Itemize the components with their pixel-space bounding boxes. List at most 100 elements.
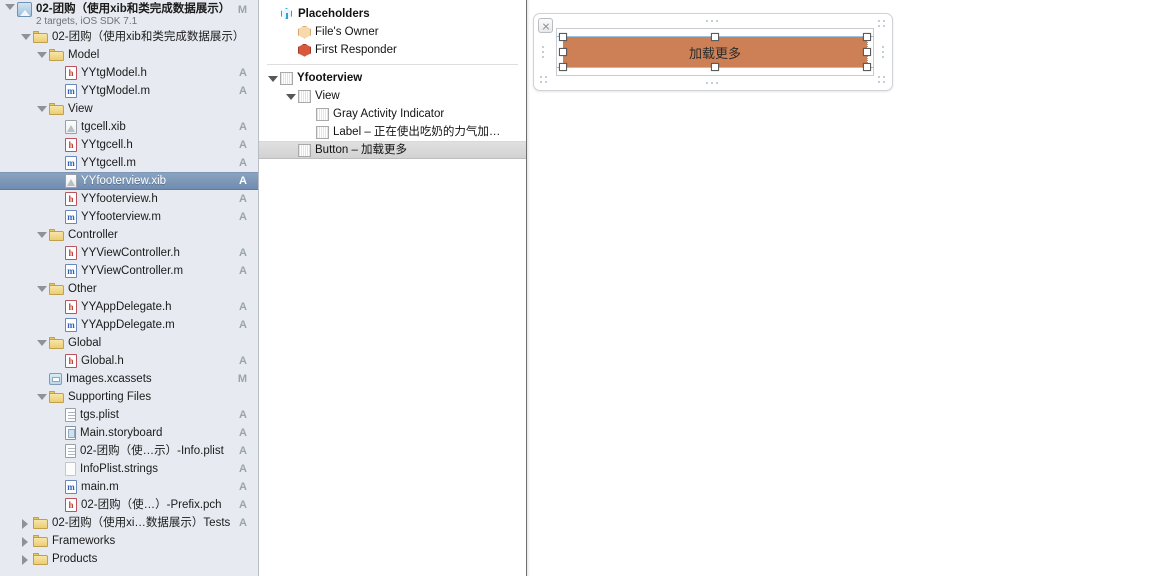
disclosure-triangle-icon[interactable] bbox=[36, 338, 47, 349]
resize-handle-bottom-right[interactable] bbox=[863, 63, 871, 71]
navigator-row[interactable]: m YYAppDelegate.m A bbox=[0, 316, 258, 334]
disclosure-triangle-icon[interactable] bbox=[36, 104, 47, 115]
navigator-row[interactable]: h YYAppDelegate.h A bbox=[0, 298, 258, 316]
navigator-row-label: 02-团购（使…示）-Info.plist bbox=[80, 445, 224, 457]
navigator-row[interactable]: tgcell.xib A bbox=[0, 118, 258, 136]
scm-status-badge: A bbox=[239, 517, 247, 529]
disclosure-triangle-icon[interactable] bbox=[20, 518, 31, 529]
navigator-row[interactable]: m YYtgModel.m A bbox=[0, 82, 258, 100]
navigator-row-label: 02-团购（使用xi…数据展示）Tests bbox=[52, 517, 231, 529]
navigator-row[interactable]: Frameworks bbox=[0, 532, 258, 550]
navigator-row[interactable]: Global bbox=[0, 334, 258, 352]
navigator-row[interactable]: h YYtgModel.h A bbox=[0, 64, 258, 82]
navigator-project-row[interactable]: 02-团购（使用xib和类完成数据展示） 2 targets, iOS SDK 7… bbox=[0, 0, 258, 28]
navigator-row-label: tgcell.xib bbox=[81, 121, 126, 133]
outline-row-selected[interactable]: Button – 加载更多 bbox=[259, 141, 526, 159]
disclosure-triangle-icon[interactable] bbox=[285, 91, 296, 102]
folder-icon bbox=[49, 49, 64, 61]
navigator-row-label: Images.xcassets bbox=[66, 373, 152, 385]
navigator-row[interactable]: h YYfooterview.h A bbox=[0, 190, 258, 208]
navigator-row-label: Supporting Files bbox=[68, 391, 152, 403]
outline-list[interactable]: Placeholders File's Owner First Responder Y… bbox=[259, 0, 526, 159]
scm-status-badge: A bbox=[239, 211, 247, 223]
resize-handle-middle-right[interactable] bbox=[863, 48, 871, 56]
first-responder-icon bbox=[298, 43, 311, 57]
interface-builder-outline[interactable]: Placeholders File's Owner First Responder Y… bbox=[259, 0, 527, 576]
outline-row[interactable]: Placeholders bbox=[259, 5, 526, 23]
disclosure-triangle-icon[interactable] bbox=[20, 32, 31, 43]
navigator-row[interactable]: m YYViewController.m A bbox=[0, 262, 258, 280]
project-subtitle: 2 targets, iOS SDK 7.1 bbox=[36, 16, 138, 27]
scm-status-badge: A bbox=[239, 85, 247, 97]
scm-status-badge: A bbox=[239, 481, 247, 493]
navigator-row[interactable]: 02-团购（使用xi…数据展示）Tests A bbox=[0, 514, 258, 532]
navigator-row[interactable]: m YYtgcell.m A bbox=[0, 154, 258, 172]
outline-row[interactable]: Gray Activity Indicator bbox=[259, 105, 526, 123]
project-navigator[interactable]: 02-团购（使用xib和类完成数据展示） 2 targets, iOS SDK 7… bbox=[0, 0, 259, 576]
navigator-row-label: YYtgModel.m bbox=[81, 85, 151, 97]
navigator-row[interactable]: Products bbox=[0, 550, 258, 568]
navigator-row[interactable]: 02-团购（使用xib和类完成数据展示） bbox=[0, 28, 258, 46]
disclosure-triangle-icon[interactable] bbox=[4, 2, 15, 13]
disclosure-triangle-icon[interactable] bbox=[20, 536, 31, 547]
resize-handle-bottom-center[interactable] bbox=[711, 63, 719, 71]
navigator-row[interactable]: Controller bbox=[0, 226, 258, 244]
navigator-row[interactable]: m YYfooterview.m A bbox=[0, 208, 258, 226]
outline-row[interactable]: View bbox=[259, 87, 526, 105]
outline-row[interactable]: First Responder bbox=[259, 41, 526, 59]
xib-scene[interactable]: 加载更多 bbox=[533, 13, 893, 91]
storyboard-file-icon bbox=[65, 426, 76, 440]
navigator-row[interactable]: Model bbox=[0, 46, 258, 64]
disclosure-triangle-icon[interactable] bbox=[267, 73, 278, 84]
resize-handle-top-left[interactable] bbox=[559, 33, 567, 41]
navigator-row[interactable]: 02-团购（使…示）-Info.plist A bbox=[0, 442, 258, 460]
disclosure-triangle-icon[interactable] bbox=[36, 284, 47, 295]
navigator-row[interactable]: Supporting Files bbox=[0, 388, 258, 406]
disclosure-triangle-icon[interactable] bbox=[36, 392, 47, 403]
navigator-row-label: main.m bbox=[81, 481, 119, 493]
interface-builder-canvas[interactable]: 加载更多 bbox=[527, 0, 1162, 576]
project-navigator-list[interactable]: 02-团购（使用xib和类完成数据展示） 2 targets, iOS SDK 7… bbox=[0, 0, 258, 568]
navigator-row[interactable]: View bbox=[0, 100, 258, 118]
resize-handle-top-right[interactable] bbox=[863, 33, 871, 41]
navigator-row[interactable]: InfoPlist.strings A bbox=[0, 460, 258, 478]
resize-handle-top-center[interactable] bbox=[711, 33, 719, 41]
navigator-row[interactable]: m main.m A bbox=[0, 478, 258, 496]
disclosure-triangle-icon[interactable] bbox=[36, 50, 47, 61]
navigator-row-label: YYViewController.m bbox=[81, 265, 184, 277]
outline-divider bbox=[259, 59, 526, 69]
navigator-row[interactable]: h YYViewController.h A bbox=[0, 244, 258, 262]
outline-row[interactable]: Label – 正在使出吃奶的力气加… bbox=[259, 123, 526, 141]
navigator-row-selected[interactable]: YYfooterview.xib A bbox=[0, 172, 258, 190]
disclosure-triangle-icon[interactable] bbox=[20, 554, 31, 565]
folder-icon bbox=[33, 553, 48, 565]
navigator-row[interactable]: Other bbox=[0, 280, 258, 298]
resize-handle-middle-left[interactable] bbox=[559, 48, 567, 56]
outline-row[interactable]: Yfooterview bbox=[259, 69, 526, 87]
scm-status-badge: A bbox=[239, 67, 247, 79]
navigator-row[interactable]: Images.xcassets M bbox=[0, 370, 258, 388]
outline-row[interactable]: File's Owner bbox=[259, 23, 526, 41]
resize-handle-bottom-left[interactable] bbox=[559, 63, 567, 71]
navigator-row[interactable]: Main.storyboard A bbox=[0, 424, 258, 442]
disclosure-triangle-icon[interactable] bbox=[36, 230, 47, 241]
navigator-row[interactable]: h YYtgcell.h A bbox=[0, 136, 258, 154]
navigator-row[interactable]: h 02-团购（使…）-Prefix.pch A bbox=[0, 496, 258, 514]
close-icon[interactable] bbox=[538, 18, 553, 33]
navigator-row[interactable]: tgs.plist A bbox=[0, 406, 258, 424]
files-owner-icon bbox=[298, 25, 311, 39]
outline-row-label: Placeholders bbox=[298, 8, 370, 20]
navigator-row[interactable]: h Global.h A bbox=[0, 352, 258, 370]
